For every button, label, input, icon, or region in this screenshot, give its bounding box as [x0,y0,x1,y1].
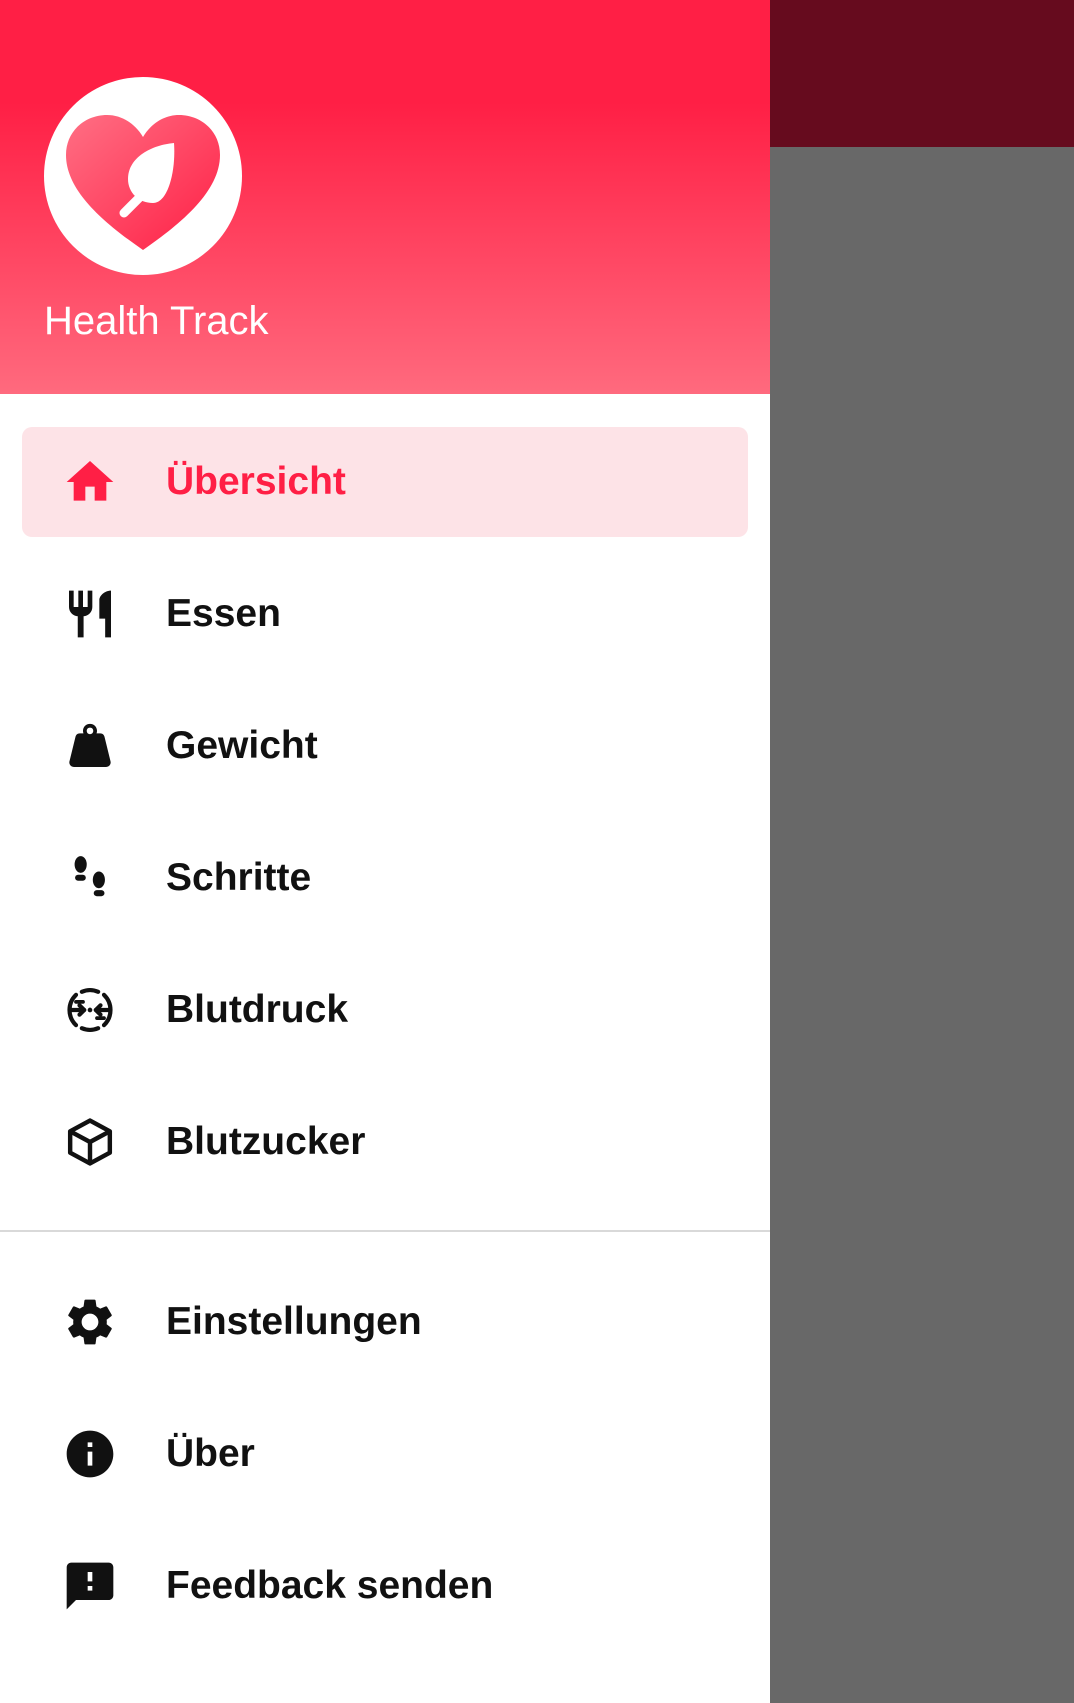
weight-icon [62,718,118,774]
info-icon [62,1426,118,1482]
gear-icon [62,1294,118,1350]
navigation-drawer: Health Track Übersicht Essen Gewicht Sch… [0,0,770,1703]
menu-item-blutzucker[interactable]: Blutzucker [22,1087,748,1197]
menu-item-label: Essen [166,592,281,635]
heart-leaf-icon [66,115,220,250]
menu-item-einstellungen[interactable]: Einstellungen [22,1267,748,1377]
fork-knife-icon [62,586,118,642]
feedback-icon [62,1558,118,1614]
menu-item-label: Feedback senden [166,1564,494,1607]
menu-item-essen[interactable]: Essen [22,559,748,669]
screen: nt Health Track [0,0,1074,1703]
menu-item-label: Über [166,1432,255,1475]
drawer-header: Health Track [0,0,770,394]
menu-item-label: Gewicht [166,724,318,767]
menu-item-gewicht[interactable]: Gewicht [22,691,748,801]
menu-item-label: Blutzucker [166,1120,366,1163]
app-logo [44,77,242,275]
footprints-icon [62,850,118,906]
menu-item-ueber[interactable]: Über [22,1399,748,1509]
home-icon [62,454,118,510]
menu-item-label: Einstellungen [166,1300,422,1343]
compress-circle-icon [62,982,118,1038]
menu-item-schritte[interactable]: Schritte [22,823,748,933]
cube-icon [62,1114,118,1170]
menu-item-label: Schritte [166,856,312,899]
menu-item-label: Übersicht [166,460,346,503]
menu-item-feedback[interactable]: Feedback senden [22,1531,748,1641]
menu-item-uebersicht[interactable]: Übersicht [22,427,748,537]
menu-item-blutdruck[interactable]: Blutdruck [22,955,748,1065]
menu-item-label: Blutdruck [166,988,349,1031]
app-name: Health Track [44,299,269,343]
menu-divider [0,1230,770,1232]
